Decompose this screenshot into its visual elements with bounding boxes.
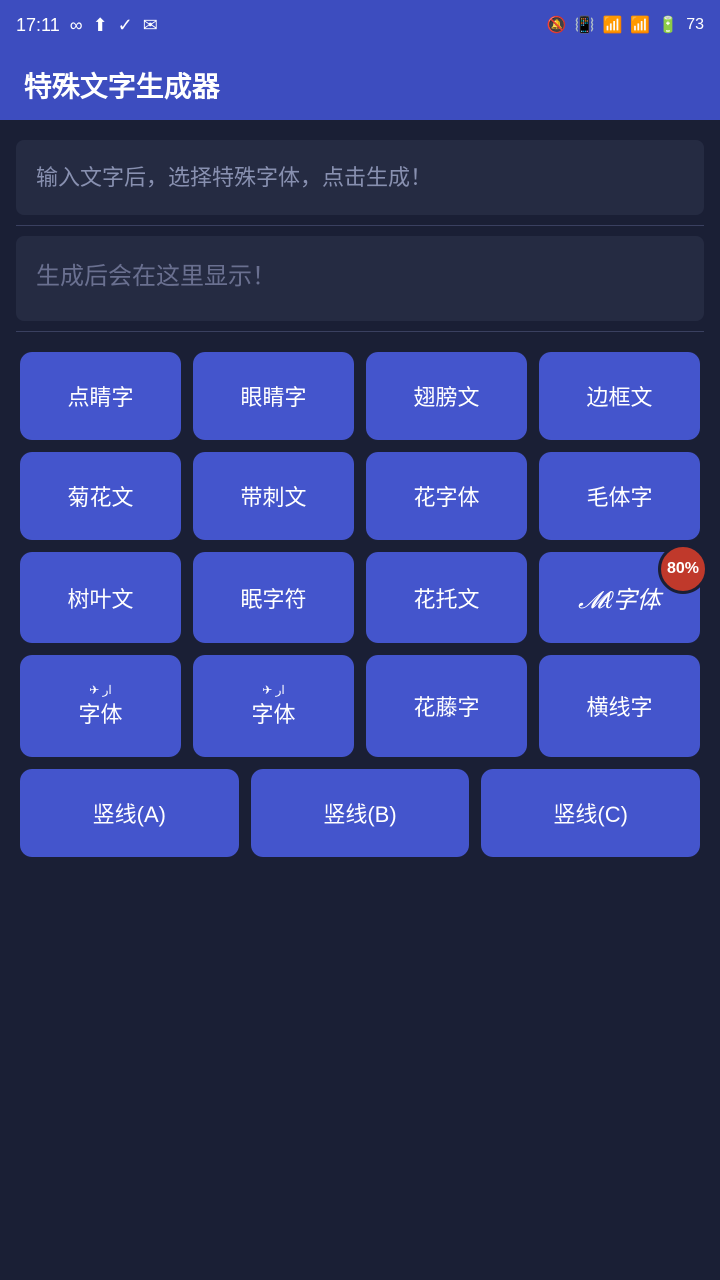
btn-ml-zi[interactable]: 𝓜ℓ字体 80% — [539, 552, 700, 643]
status-right: 🔕 📳 📶 📶 🔋 73 — [547, 15, 704, 35]
input-area: 输入文字后，选择特殊字体，点击生成！ — [16, 140, 704, 215]
check-icon: ✓ — [118, 15, 133, 36]
battery-icon: 🔋 — [658, 15, 678, 35]
btn-zhu-xian-a[interactable]: 竖线(A) — [20, 769, 239, 857]
mute-icon: 🔕 — [547, 15, 567, 35]
wifi-icon: 📶 — [602, 15, 622, 35]
output-area: 生成后会在这里显示！ — [16, 236, 704, 321]
button-row-1: 点睛字 眼睛字 翅膀文 边框文 — [16, 352, 704, 440]
section-divider — [16, 331, 704, 332]
btn-zhu-xian-c[interactable]: 竖线(C) — [481, 769, 700, 857]
vibrate-icon: 📳 — [575, 15, 595, 35]
btn-ju-hua[interactable]: 菊花文 — [20, 452, 181, 540]
button-row-3: 树叶文 眠字符 花托文 𝓜ℓ字体 80% — [16, 552, 704, 643]
mail-icon: ✉ — [143, 15, 158, 36]
input-divider — [16, 225, 704, 226]
infinity-icon: ∞ — [70, 15, 83, 36]
btn-arabic-a[interactable]: ✈ ار 字体 — [20, 655, 181, 757]
app-bar: 特殊文字生成器 — [0, 50, 720, 120]
upload-icon: ⬆ — [93, 15, 108, 36]
button-row-5: 竖线(A) 竖线(B) 竖线(C) — [16, 769, 704, 857]
btn-hua-tuo[interactable]: 花托文 — [366, 552, 527, 643]
app-title: 特殊文字生成器 — [24, 65, 220, 105]
main-content: 输入文字后，选择特殊字体，点击生成！ 生成后会在这里显示！ 点睛字 眼睛字 翅膀… — [0, 120, 720, 877]
output-placeholder: 生成后会在这里显示！ — [36, 263, 276, 290]
input-placeholder: 输入文字后，选择特殊字体，点击生成！ — [36, 165, 432, 190]
btn-zhu-xian-b[interactable]: 竖线(B) — [251, 769, 470, 857]
btn-yan-jing[interactable]: 眼睛字 — [193, 352, 354, 440]
arabic-a-label: 字体 — [78, 702, 122, 727]
arabic-b-label: 字体 — [251, 702, 295, 727]
arabic-a-prefix: ✈ ار — [28, 683, 173, 697]
btn-arabic-b[interactable]: ✈ ار 字体 — [193, 655, 354, 757]
badge-80-percent: 80% — [658, 544, 708, 594]
btn-hua-zi[interactable]: 花字体 — [366, 452, 527, 540]
btn-bian-kuang[interactable]: 边框文 — [539, 352, 700, 440]
signal-icon: 📶 — [630, 15, 650, 35]
status-left: 17:11 ∞ ⬆ ✓ ✉ — [16, 15, 158, 36]
btn-mian-zi[interactable]: 眠字符 — [193, 552, 354, 643]
btn-hua-teng[interactable]: 花藤字 — [366, 655, 527, 757]
btn-dian-jing[interactable]: 点睛字 — [20, 352, 181, 440]
btn-mao-ti[interactable]: 毛体字 — [539, 452, 700, 540]
btn-chi-bang[interactable]: 翅膀文 — [366, 352, 527, 440]
time-display: 17:11 — [16, 15, 60, 36]
button-row-4: ✈ ار 字体 ✈ ار 字体 花藤字 横线字 — [16, 655, 704, 757]
ml-font-label: 𝓜ℓ字体 — [578, 587, 661, 614]
battery-level: 73 — [686, 16, 704, 34]
btn-shu-ye[interactable]: 树叶文 — [20, 552, 181, 643]
status-bar: 17:11 ∞ ⬆ ✓ ✉ 🔕 📳 📶 📶 🔋 73 — [0, 0, 720, 50]
btn-dai-ci[interactable]: 带刺文 — [193, 452, 354, 540]
arabic-b-prefix: ✈ ار — [201, 683, 346, 697]
button-row-2: 菊花文 带刺文 花字体 毛体字 — [16, 452, 704, 540]
btn-heng-xian[interactable]: 横线字 — [539, 655, 700, 757]
